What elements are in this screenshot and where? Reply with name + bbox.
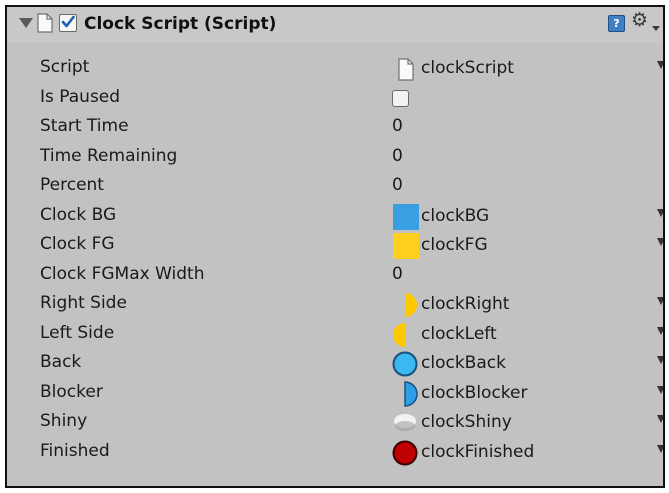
- percent-field[interactable]: 0: [392, 175, 403, 195]
- sprite-thumbnail-shiny: [394, 414, 416, 431]
- object-field-value: clockScript: [421, 58, 514, 78]
- thumb-fill: [392, 351, 418, 377]
- component-enabled-checkbox[interactable]: [59, 14, 77, 32]
- sprite-thumbnail-left-half: [393, 322, 405, 347]
- thumb-fill: [405, 293, 417, 317]
- sprite-thumbnail-blocker: [404, 380, 418, 407]
- property-label: Shiny: [40, 411, 88, 431]
- script-file-icon: [37, 13, 53, 33]
- property-label: Script: [40, 57, 90, 77]
- gear-dropdown-arrow-icon[interactable]: [652, 26, 660, 31]
- property-label: Clock FG: [40, 234, 115, 254]
- property-row-clock-fg: Clock FG clockFG: [7, 231, 663, 261]
- book-help-icon[interactable]: ?: [608, 15, 625, 32]
- property-label: Back: [40, 352, 82, 372]
- property-label: Start Time: [40, 116, 129, 136]
- sprite-thumbnail-circle: [392, 440, 418, 465]
- inspector-component-panel: Clock Script (Script) ? ⚙ Script clockSc…: [5, 5, 665, 488]
- sprite-thumbnail-circle: [392, 351, 418, 377]
- sprite-thumbnail-square: [393, 233, 419, 259]
- property-label: Left Side: [40, 322, 115, 343]
- object-picker-icon[interactable]: [657, 208, 663, 217]
- property-label: Right Side: [40, 293, 127, 313]
- component-header[interactable]: Clock Script (Script) ? ⚙: [7, 7, 663, 43]
- property-row-right-side: Right Side clockRight: [7, 290, 663, 320]
- object-field-value: clockLeft: [421, 323, 497, 344]
- property-row-percent: Percent 0: [7, 172, 663, 202]
- property-row-time-remaining: Time Remaining 0: [7, 143, 663, 173]
- thumb-fill: [404, 380, 418, 407]
- property-label: Blocker: [40, 381, 103, 402]
- property-row-back: Back clockBack: [7, 349, 663, 379]
- thumb-fill: [393, 322, 405, 347]
- property-row-script: Script clockScript: [7, 54, 663, 84]
- property-label: Is Paused: [40, 86, 121, 107]
- object-field-value: clockBack: [421, 353, 506, 373]
- gear-icon[interactable]: ⚙: [631, 9, 648, 31]
- time-remaining-field[interactable]: 0: [392, 146, 403, 166]
- object-field-value: clockFG: [421, 235, 488, 255]
- object-picker-icon[interactable]: [657, 415, 663, 423]
- script-file-icon: [398, 58, 414, 81]
- property-row-left-side: Left Side clockLeft: [7, 320, 663, 350]
- object-field-value: clockRight: [421, 294, 510, 314]
- property-row-blocker: Blocker clockBlocker: [7, 379, 663, 409]
- object-picker-icon[interactable]: [657, 385, 663, 394]
- sprite-thumbnail-right-half: [405, 293, 417, 317]
- checkmark-icon: [61, 15, 75, 28]
- object-picker-icon[interactable]: [657, 238, 663, 246]
- object-field-value: clockShiny: [421, 412, 512, 432]
- property-row-clock-fgmax-width: Clock FGMax Width 0: [7, 261, 663, 291]
- object-field-value: clockBlocker: [421, 382, 528, 403]
- property-row-is-paused: Is Paused: [7, 84, 663, 114]
- property-label: Time Remaining: [40, 145, 178, 166]
- object-picker-icon[interactable]: [657, 356, 663, 364]
- object-picker-icon[interactable]: [657, 297, 663, 305]
- property-row-finished: Finished clockFinished: [7, 438, 663, 468]
- component-title: Clock Script (Script): [84, 14, 277, 34]
- object-field-value: clockBG: [421, 205, 490, 226]
- property-row-shiny: Shiny clockShiny: [7, 408, 663, 438]
- property-label: Finished: [40, 440, 110, 461]
- property-row-start-time: Start Time 0: [7, 113, 663, 143]
- object-picker-icon[interactable]: [657, 326, 663, 335]
- start-time-field[interactable]: 0: [392, 116, 403, 136]
- object-picker-icon[interactable]: [657, 444, 663, 453]
- thumb-fill: [392, 440, 418, 465]
- foldout-arrow-icon[interactable]: [19, 18, 33, 28]
- is-paused-checkbox[interactable]: [392, 89, 409, 107]
- clock-fgmax-width-field[interactable]: 0: [392, 264, 403, 284]
- property-label: Clock FGMax Width: [40, 263, 205, 284]
- property-row-clock-bg: Clock BG clockBG: [7, 202, 663, 232]
- property-list: Script clockScript Is Paused Start Time …: [7, 54, 663, 467]
- thumb-fill: [393, 233, 419, 259]
- object-picker-icon[interactable]: [657, 61, 663, 69]
- object-field-value: clockFinished: [421, 441, 535, 462]
- sprite-thumbnail-square: [393, 203, 419, 230]
- property-label: Clock BG: [40, 204, 117, 225]
- thumb-fill: [393, 203, 419, 230]
- property-label: Percent: [40, 175, 104, 195]
